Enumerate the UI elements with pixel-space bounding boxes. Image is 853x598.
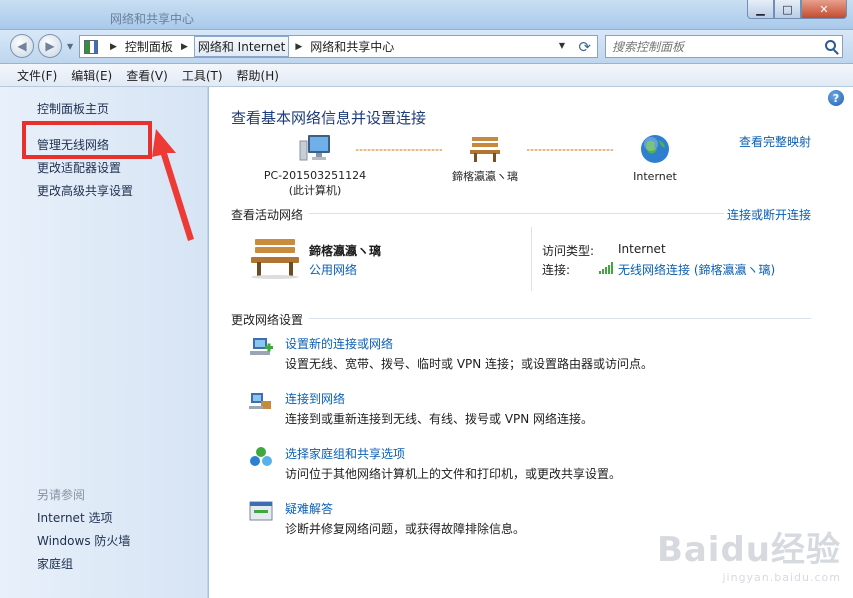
menu-view[interactable]: 查看(V) bbox=[119, 67, 175, 84]
active-network-name: 鍗楁瀛瀛ヽ璃 bbox=[309, 244, 382, 258]
computer-icon bbox=[299, 135, 330, 161]
connect-network-icon bbox=[249, 393, 271, 409]
forward-button[interactable]: ▶ bbox=[38, 34, 62, 58]
breadcrumb-control-panel[interactable]: 控制面板 bbox=[123, 38, 175, 55]
task-troubleshoot-desc: 诊断并修复网络问题，或获得故障排除信息。 bbox=[285, 522, 526, 536]
network-type-link[interactable]: 公用网络 bbox=[309, 261, 357, 278]
window-controls: ▁ □ ✕ bbox=[747, 0, 847, 19]
access-type-value: Internet bbox=[618, 242, 666, 256]
address-dropdown-icon[interactable]: ▼ bbox=[559, 41, 565, 50]
task-setup-connection-desc: 设置无线、宽带、拨号、临时或 VPN 连接；或设置路由器或访问点。 bbox=[285, 357, 654, 371]
change-settings-label: 更改网络设置 bbox=[231, 313, 304, 327]
close-button[interactable]: ✕ bbox=[801, 0, 847, 19]
map-node-computer[interactable]: PC-201503251124 (此计算机) bbox=[263, 133, 367, 198]
breadcrumb-network-sharing-center[interactable]: 网络和共享中心 bbox=[308, 38, 396, 55]
internet-label: Internet bbox=[633, 170, 677, 183]
sidebar-item-homegroup[interactable]: 家庭组 bbox=[37, 555, 73, 572]
watermark-logo: Baidu经验 bbox=[656, 530, 841, 570]
highlight-annotation-box bbox=[22, 121, 152, 159]
minimize-icon: ▁ bbox=[756, 2, 765, 16]
sidebar-item-change-adapter[interactable]: 更改适配器设置 bbox=[37, 159, 121, 176]
new-connection-icon bbox=[250, 338, 273, 355]
refresh-icon[interactable]: ⟳ bbox=[578, 38, 591, 56]
menu-file[interactable]: 文件(F) bbox=[10, 67, 64, 84]
section-divider bbox=[309, 213, 724, 214]
task-connect-network-desc: 连接到或重新连接到无线、有线、拨号或 VPN 网络连接。 bbox=[285, 412, 594, 426]
connect-disconnect-link[interactable]: 连接或断开连接 bbox=[727, 206, 811, 223]
task-connect-network[interactable]: 连接到网络 bbox=[285, 390, 345, 407]
control-panel-icon bbox=[84, 39, 98, 54]
search-icon[interactable] bbox=[825, 40, 836, 51]
view-full-map-link[interactable]: 查看完整映射 bbox=[739, 133, 811, 150]
help-icon[interactable]: ? bbox=[828, 90, 844, 106]
navigation-bar: ◀ ▶ ▼ ▶ 控制面板 ▶ 网络和 Internet ▶ 网络和共享中心 ▼ … bbox=[0, 30, 853, 64]
title-bar: 网络和共享中心 ▁ □ ✕ bbox=[0, 0, 853, 30]
network-name: 鍗楁瀛瀛ヽ璃 bbox=[452, 170, 518, 183]
active-networks-label: 查看活动网络 bbox=[231, 208, 304, 222]
page-title: 查看基本网络信息并设置连接 bbox=[231, 109, 427, 127]
breadcrumb-network-internet[interactable]: 网络和 Internet bbox=[193, 36, 290, 57]
troubleshoot-icon bbox=[249, 501, 273, 521]
network-bench-icon bbox=[251, 239, 299, 279]
minimize-button[interactable]: ▁ bbox=[747, 0, 774, 19]
recent-pages-dropdown[interactable]: ▼ bbox=[67, 42, 73, 51]
sidebar-item-windows-firewall[interactable]: Windows 防火墙 bbox=[37, 532, 130, 549]
watermark: Baidu经验 jingyan.baidu.com bbox=[657, 522, 841, 584]
watermark-url: jingyan.baidu.com bbox=[722, 571, 841, 584]
see-also-label: 另请参阅 bbox=[37, 488, 86, 502]
address-bar[interactable]: ▶ 控制面板 ▶ 网络和 Internet ▶ 网络和共享中心 ▼ ⟳ bbox=[79, 35, 598, 58]
section-divider bbox=[309, 318, 811, 319]
breadcrumb-separator-icon[interactable]: ▶ bbox=[181, 42, 188, 52]
menu-edit[interactable]: 编辑(E) bbox=[64, 67, 119, 84]
maximize-icon: □ bbox=[782, 2, 793, 16]
vertical-divider bbox=[531, 227, 532, 291]
access-type-label: 访问类型: bbox=[542, 244, 595, 258]
sidebar-item-advanced-sharing[interactable]: 更改高级共享设置 bbox=[37, 182, 133, 199]
map-node-network[interactable]: 鍗楁瀛瀛ヽ璃 bbox=[437, 135, 533, 184]
connection-label: 连接: bbox=[542, 263, 571, 277]
main-content: ? 查看基本网络信息并设置连接 查看完整映射 PC-201503251124 (… bbox=[209, 87, 853, 598]
back-button[interactable]: ◀ bbox=[10, 34, 34, 58]
maximize-button[interactable]: □ bbox=[774, 0, 801, 19]
computer-sub-label: (此计算机) bbox=[288, 184, 342, 197]
task-homegroup-sharing[interactable]: 选择家庭组和共享选项 bbox=[285, 445, 405, 462]
search-input[interactable] bbox=[612, 39, 812, 54]
bench-icon bbox=[470, 137, 500, 162]
task-homegroup-sharing-desc: 访问位于其他网络计算机上的文件和打印机，或更改共享设置。 bbox=[285, 467, 622, 481]
homegroup-icon bbox=[250, 447, 272, 466]
annotation-arrow-icon bbox=[152, 129, 194, 241]
menu-tools[interactable]: 工具(T) bbox=[175, 67, 230, 84]
breadcrumb-separator-icon[interactable]: ▶ bbox=[295, 42, 302, 52]
wireless-connection-link[interactable]: 无线网络连接 (鍗楁瀛瀛ヽ璃) bbox=[618, 261, 775, 278]
sidebar-item-internet-options[interactable]: Internet 选项 bbox=[37, 509, 112, 526]
menu-help[interactable]: 帮助(H) bbox=[230, 67, 286, 84]
forward-arrow-icon: ▶ bbox=[45, 39, 55, 53]
menu-bar: 文件(F) 编辑(E) 查看(V) 工具(T) 帮助(H) bbox=[0, 64, 853, 87]
wifi-signal-icon bbox=[599, 262, 613, 274]
map-link-line bbox=[356, 149, 442, 151]
task-troubleshoot[interactable]: 疑难解答 bbox=[285, 500, 333, 517]
task-setup-connection[interactable]: 设置新的连接或网络 bbox=[285, 335, 393, 352]
sidebar-item-control-panel-home[interactable]: 控制面板主页 bbox=[37, 100, 109, 117]
back-arrow-icon: ◀ bbox=[17, 39, 27, 53]
search-box[interactable] bbox=[605, 35, 843, 58]
map-node-internet[interactable]: Internet bbox=[623, 133, 687, 183]
window-title: 网络和共享中心 bbox=[110, 12, 195, 26]
computer-name: PC-201503251124 bbox=[263, 169, 367, 182]
globe-icon bbox=[641, 135, 669, 163]
breadcrumb-separator-icon[interactable]: ▶ bbox=[110, 42, 117, 52]
map-link-line bbox=[527, 149, 613, 151]
close-icon: ✕ bbox=[819, 2, 829, 16]
sidebar: 控制面板主页 管理无线网络 更改适配器设置 更改高级共享设置 另请参阅 Inte… bbox=[0, 87, 208, 598]
